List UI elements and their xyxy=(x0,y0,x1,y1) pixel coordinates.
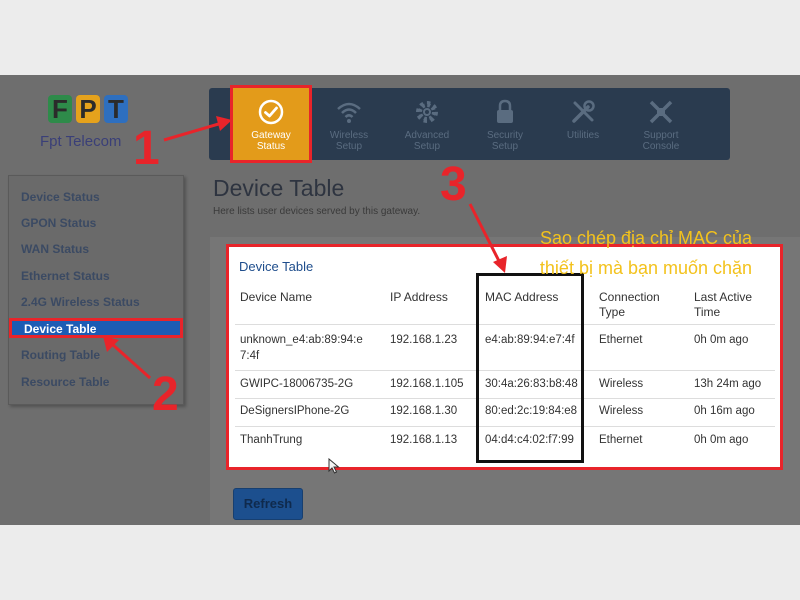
header-last-active-1: Last Active xyxy=(694,290,753,304)
screenshot-stage: F P T Fpt Telecom Gateway Status Wireles… xyxy=(0,0,800,600)
tools-icon xyxy=(572,100,595,123)
wifi-icon xyxy=(337,102,361,123)
header-connection-type-2: Type xyxy=(599,305,626,319)
nav-gateway-status[interactable]: Gateway Status xyxy=(230,85,312,163)
instruction-line-2: thiết bị mà bạn muốn chặn xyxy=(539,258,753,278)
page-subtitle: Here lists user devices served by this g… xyxy=(213,206,421,217)
nav-label: Utilities xyxy=(566,130,600,141)
cell-connection: Wireless xyxy=(599,378,644,390)
cell-device-name-cont: 7:4f xyxy=(240,350,260,362)
header-device-name: Device Name xyxy=(240,290,313,304)
logo-text: Fpt Telecom xyxy=(40,133,122,150)
cell-device-name: DeSignersIPhone-2G xyxy=(240,405,350,417)
cell-last-active: 0h 0m ago xyxy=(694,434,749,446)
nav-advanced-setup[interactable]: Advanced Setup xyxy=(389,88,465,160)
nav-label: Security Setup xyxy=(486,130,524,152)
cell-connection: Ethernet xyxy=(599,334,643,346)
step-number-1: 1 xyxy=(133,122,160,175)
support-icon xyxy=(649,100,673,124)
sidebar-item-wireless-status[interactable]: 2.4G Wireless Status xyxy=(21,292,140,312)
instruction-line-1: Sao chép địa chỉ MAC của xyxy=(539,228,753,248)
top-nav: Gateway Status Wireless Setup Advanced S… xyxy=(209,85,730,163)
nav-support-console[interactable]: Support Console xyxy=(623,88,699,160)
cell-connection: Wireless xyxy=(599,405,644,417)
nav-label: Wireless Setup xyxy=(329,130,369,152)
router-admin-screen: F P T Fpt Telecom Gateway Status Wireles… xyxy=(0,75,800,525)
cell-ip: 192.168.1.30 xyxy=(390,405,458,417)
cell-device-name: GWIPC-18006735-2G xyxy=(240,378,354,390)
step-number-3: 3 xyxy=(440,158,467,211)
nav-utilities[interactable]: Utilities xyxy=(545,88,621,160)
logo-letter-p: P xyxy=(76,95,100,123)
nav-label: Advanced Setup xyxy=(404,130,450,152)
sidebar-item-resource-table[interactable]: Resource Table xyxy=(21,372,109,392)
page-title: Device Table xyxy=(213,175,345,201)
sidebar-item-gpon-status[interactable]: GPON Status xyxy=(21,213,96,233)
sidebar-item-wan-status[interactable]: WAN Status xyxy=(21,239,89,259)
step-number-2: 2 xyxy=(152,368,179,421)
cell-connection: Ethernet xyxy=(599,434,643,446)
cell-last-active: 13h 24m ago xyxy=(694,378,762,390)
logo-letter-t: T xyxy=(104,95,128,123)
cell-ip: 192.168.1.13 xyxy=(390,434,458,446)
header-last-active-2: Time xyxy=(694,305,721,319)
refresh-button[interactable]: Refresh xyxy=(233,488,303,520)
mouse-cursor-icon xyxy=(328,458,340,474)
cell-last-active: 0h 16m ago xyxy=(694,405,755,417)
checkmark-circle-icon xyxy=(258,99,284,125)
cell-ip: 192.168.1.23 xyxy=(390,334,458,346)
header-ip-address: IP Address xyxy=(390,290,448,304)
sidebar-item-ethernet-status[interactable]: Ethernet Status xyxy=(21,266,110,286)
nav-label: Support Console xyxy=(642,130,680,152)
cell-device-name: unknown_e4:ab:89:94:e xyxy=(240,334,363,346)
instruction-note: Sao chép địa chỉ MAC của thiết bị mà bạn… xyxy=(498,223,794,283)
nav-wireless-setup[interactable]: Wireless Setup xyxy=(311,88,387,160)
fpt-logo-mark: F P T xyxy=(48,87,130,131)
sidebar-item-device-status[interactable]: Device Status xyxy=(21,187,100,207)
sidebar-item-routing-table[interactable]: Routing Table xyxy=(21,345,100,365)
nav-label: Gateway Status xyxy=(251,130,291,152)
cell-ip: 192.168.1.105 xyxy=(390,378,464,390)
cell-last-active: 0h 0m ago xyxy=(694,334,749,346)
lock-icon xyxy=(497,99,513,123)
sidebar-item-device-table[interactable]: Device Table xyxy=(9,318,183,338)
header-connection-type-1: Connection xyxy=(599,290,660,304)
mac-column-highlight xyxy=(476,273,584,463)
cell-device-name: ThanhTrung xyxy=(240,434,303,446)
nav-security-setup[interactable]: Security Setup xyxy=(467,88,543,160)
gear-icon xyxy=(416,101,438,123)
table-title: Device Table xyxy=(239,259,314,274)
logo-letter-f: F xyxy=(48,95,72,123)
